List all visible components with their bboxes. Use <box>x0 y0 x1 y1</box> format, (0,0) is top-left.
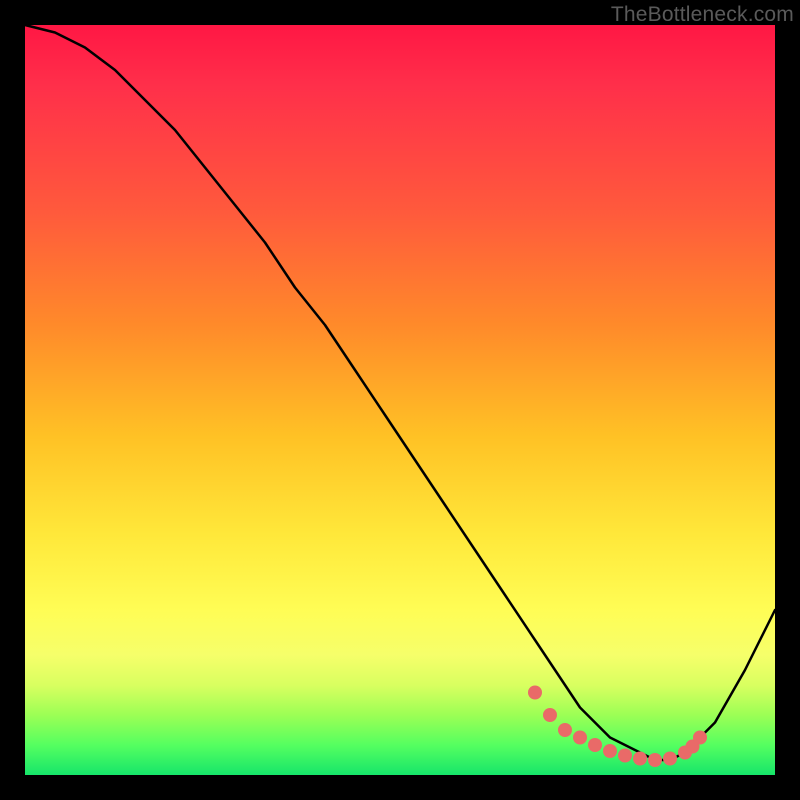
chart-frame: TheBottleneck.com <box>0 0 800 800</box>
plot-area <box>25 25 775 775</box>
highlight-dots <box>528 686 707 768</box>
chart-svg <box>25 25 775 775</box>
watermark-text: TheBottleneck.com <box>611 3 794 27</box>
curve-line <box>25 25 775 760</box>
